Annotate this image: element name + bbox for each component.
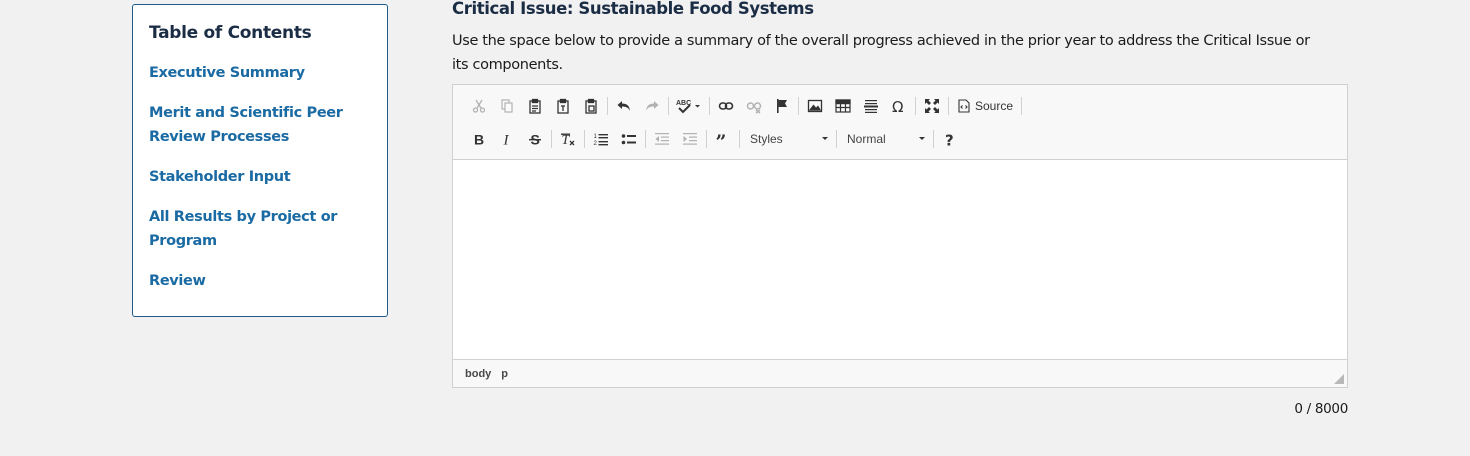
source-label: Source bbox=[975, 98, 1014, 113]
format-dropdown[interactable]: Normal bbox=[839, 127, 931, 151]
blockquote-icon[interactable]: ” bbox=[709, 127, 737, 151]
toolbar-row-1: ABC Ω Source bbox=[465, 89, 1339, 122]
toolbar-separator bbox=[551, 129, 552, 148]
numbered-list-icon[interactable]: 12 bbox=[587, 127, 615, 151]
toc-list: Executive Summary Merit and Scientific P… bbox=[149, 61, 371, 293]
toolbar-separator bbox=[706, 129, 707, 148]
paste-text-icon[interactable] bbox=[549, 94, 577, 118]
svg-text:?: ? bbox=[945, 131, 954, 147]
source-icon bbox=[958, 98, 970, 113]
horizontal-rule-icon[interactable] bbox=[857, 94, 885, 118]
chevron-down-icon bbox=[919, 137, 925, 140]
svg-text:T: T bbox=[562, 133, 571, 147]
styles-dropdown-label: Styles bbox=[750, 131, 783, 146]
toc-list-item: Review bbox=[149, 269, 371, 293]
link-icon[interactable] bbox=[712, 94, 740, 118]
copy-icon[interactable] bbox=[493, 94, 521, 118]
redo-icon[interactable] bbox=[638, 94, 666, 118]
toolbar-separator bbox=[798, 96, 799, 115]
toolbar-row-2: B I S T 12 ” Styles Normal ? bbox=[465, 122, 1339, 155]
toc-link-all-results[interactable]: All Results by Project or Program bbox=[149, 205, 371, 253]
toolbar-separator bbox=[668, 96, 669, 115]
critical-issue-description: Use the space below to provide a summary… bbox=[452, 33, 1310, 73]
svg-text:2: 2 bbox=[594, 141, 598, 147]
svg-text:1: 1 bbox=[594, 134, 598, 140]
styles-dropdown[interactable]: Styles bbox=[742, 127, 834, 151]
help-icon[interactable]: ? bbox=[936, 127, 964, 151]
toc-list-item: Executive Summary bbox=[149, 61, 371, 85]
table-icon[interactable] bbox=[829, 94, 857, 118]
table-of-contents: Table of Contents Executive Summary Meri… bbox=[132, 4, 388, 317]
toc-link-peer-review[interactable]: Merit and Scientific Peer Review Process… bbox=[149, 101, 371, 149]
toc-link-stakeholder-input[interactable]: Stakeholder Input bbox=[149, 165, 371, 189]
toc-link-executive-summary[interactable]: Executive Summary bbox=[149, 61, 371, 85]
toolbar-separator bbox=[915, 96, 916, 115]
rich-text-editor: ABC Ω Source B I S T 1 2 ” Styles Normal… bbox=[452, 84, 1348, 388]
toc-title: Table of Contents bbox=[149, 23, 312, 43]
maximize-icon[interactable] bbox=[918, 94, 946, 118]
critical-issue-title: Critical Issue: Sustainable Food Systems bbox=[452, 0, 814, 18]
editor-element-path: body p bbox=[453, 360, 1347, 387]
path-body-link[interactable]: body bbox=[465, 368, 491, 380]
bulleted-list-icon[interactable] bbox=[615, 127, 643, 151]
chevron-down-icon bbox=[822, 137, 828, 140]
toolbar-separator bbox=[739, 129, 740, 148]
svg-text:B: B bbox=[474, 131, 484, 147]
undo-icon[interactable] bbox=[610, 94, 638, 118]
toolbar-separator bbox=[584, 129, 585, 148]
outdent-icon[interactable] bbox=[648, 127, 676, 151]
svg-text:”: ” bbox=[716, 131, 727, 147]
toolbar-separator bbox=[607, 96, 608, 115]
toc-list-item: Stakeholder Input bbox=[149, 165, 371, 189]
anchor-icon[interactable] bbox=[768, 94, 796, 118]
critical-issue-section: Critical Issue: Sustainable Food Systems… bbox=[452, 0, 1348, 77]
toc-link-review[interactable]: Review bbox=[149, 269, 371, 293]
source-button[interactable]: Source bbox=[951, 94, 1019, 118]
svg-text:I: I bbox=[503, 132, 510, 147]
path-p-link[interactable]: p bbox=[501, 368, 508, 380]
format-dropdown-label: Normal bbox=[847, 131, 886, 146]
toc-list-item: All Results by Project or Program bbox=[149, 205, 371, 253]
unlink-icon[interactable] bbox=[740, 94, 768, 118]
toc-list-item: Merit and Scientific Peer Review Process… bbox=[149, 101, 371, 149]
bold-icon[interactable]: B bbox=[465, 127, 493, 151]
paste-word-icon[interactable] bbox=[577, 94, 605, 118]
italic-icon[interactable]: I bbox=[493, 127, 521, 151]
editor-content-area[interactable] bbox=[453, 160, 1347, 360]
cut-icon[interactable] bbox=[465, 94, 493, 118]
resize-grip-icon[interactable] bbox=[1334, 374, 1344, 384]
spellcheck-icon[interactable]: ABC bbox=[671, 94, 707, 118]
toolbar-separator bbox=[836, 129, 837, 148]
toolbar-separator bbox=[948, 96, 949, 115]
image-icon[interactable] bbox=[801, 94, 829, 118]
toolbar-separator bbox=[1021, 96, 1023, 115]
special-char-icon[interactable]: Ω bbox=[885, 94, 913, 118]
svg-text:Ω: Ω bbox=[892, 98, 903, 114]
remove-format-icon[interactable]: T bbox=[554, 127, 582, 151]
paste-icon[interactable] bbox=[521, 94, 549, 118]
strike-icon[interactable]: S bbox=[521, 127, 549, 151]
editor-toolbar: ABC Ω Source B I S T 1 2 ” Styles Normal… bbox=[453, 85, 1347, 160]
character-count: 0 / 8000 bbox=[1294, 401, 1348, 417]
toolbar-separator bbox=[709, 96, 710, 115]
toolbar-separator bbox=[933, 129, 934, 148]
indent-icon[interactable] bbox=[676, 127, 704, 151]
toolbar-separator bbox=[645, 129, 646, 148]
